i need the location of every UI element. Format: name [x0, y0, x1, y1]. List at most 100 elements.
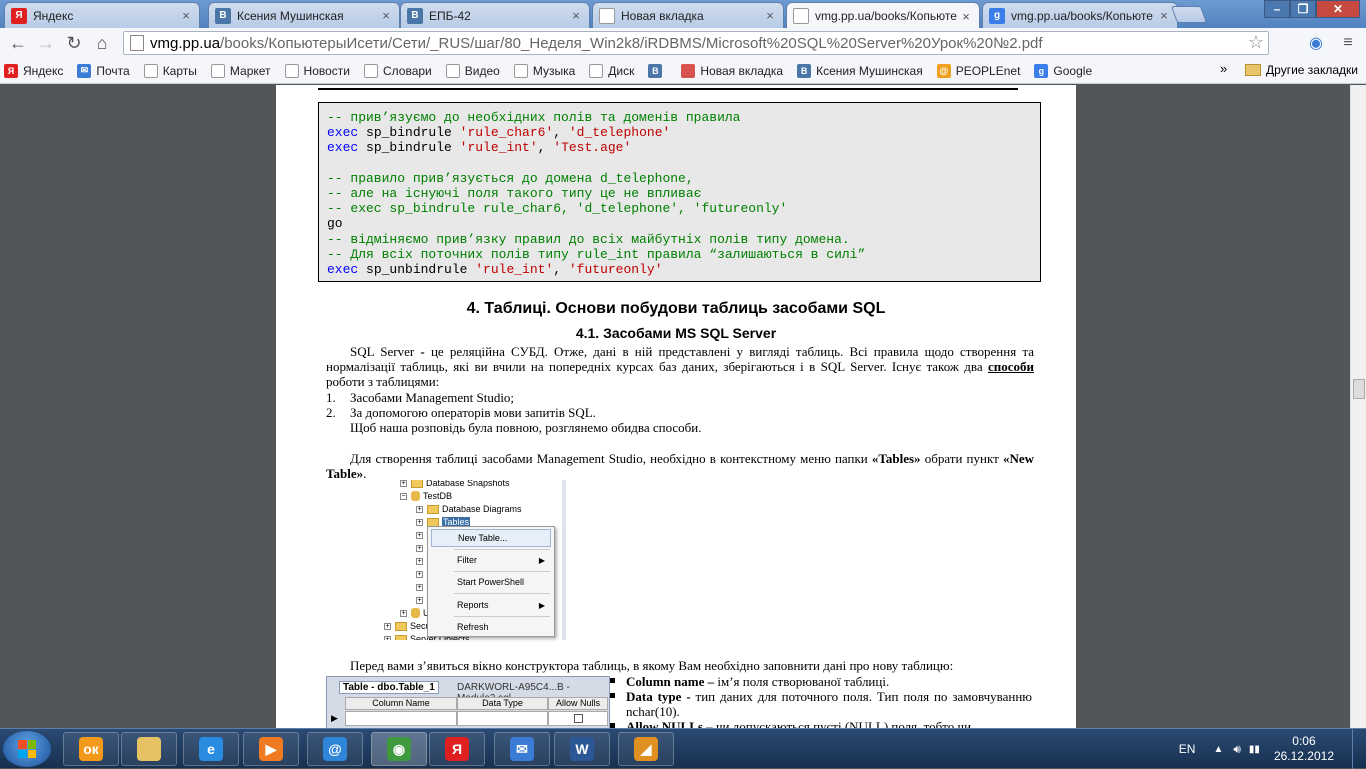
taskbar-app-button[interactable]: ▶ — [243, 732, 299, 766]
p1-text-b: це реляційна СУБД. Отже, дані в ній пред… — [326, 344, 1034, 374]
page-icon — [589, 63, 604, 78]
expand-toggle-icon[interactable]: + — [416, 505, 423, 513]
context-menu-item[interactable]: Start PowerShell — [431, 573, 551, 591]
extension-eye-icon[interactable]: ◉ — [1302, 30, 1330, 56]
p1-text-c: роботи з таблицями: — [326, 374, 440, 389]
minimize-icon[interactable]: – — [1264, 0, 1290, 18]
bookmark-item[interactable]: Диск — [589, 63, 634, 78]
expand-toggle-icon[interactable]: + — [416, 570, 423, 578]
start-button[interactable] — [3, 731, 51, 767]
page-icon — [210, 63, 225, 78]
code-token: 'rule_int' — [459, 140, 538, 156]
folder-icon — [395, 621, 407, 631]
checkbox-icon — [573, 714, 583, 723]
language-indicator[interactable]: EN — [1179, 742, 1196, 756]
tab-item[interactable]: Новая вкладка × — [592, 2, 784, 28]
other-bookmarks[interactable]: Другие закладки — [1245, 63, 1358, 77]
close-tab-icon[interactable]: × — [959, 9, 973, 24]
yandex-browser-icon: Я — [445, 737, 469, 761]
close-tab-icon[interactable]: × — [569, 8, 583, 23]
volume-icon[interactable]: 🔊︎ — [1233, 742, 1241, 757]
close-tab-icon[interactable]: × — [763, 8, 777, 23]
bookmark-item[interactable]: Карты — [143, 63, 197, 78]
taskbar-app-button[interactable]: @ — [307, 732, 363, 766]
tab-title: Ксения Мушинская — [237, 8, 344, 23]
bookmark-item[interactable]: Я Яндекс — [4, 63, 63, 78]
expand-toggle-icon[interactable]: + — [400, 609, 407, 617]
system-tray: EN ▲ 🔊︎ ▮▮ 0:06 26.12.2012 — [1179, 729, 1366, 769]
close-tab-icon[interactable]: × — [1157, 8, 1171, 23]
bookmark-item[interactable]: B Ксения Мушинская — [797, 63, 923, 78]
close-tab-icon[interactable]: × — [179, 8, 193, 23]
taskbar-app-button[interactable]: ◢ — [618, 732, 674, 766]
expand-toggle-icon[interactable]: − — [400, 492, 407, 500]
expand-toggle-icon[interactable]: + — [416, 596, 423, 604]
tree-node[interactable]: − TestDB — [400, 490, 452, 502]
address-bar[interactable]: vmg.pp.ua/books/КопьютерыИсети/Сети/_RUS… — [123, 31, 1269, 55]
paragraph-intro: SQL Server - це реляційна СУБД. Отже, да… — [326, 344, 1034, 389]
show-desktop-button[interactable] — [1352, 729, 1366, 769]
code-token: , — [553, 262, 569, 278]
expand-toggle-icon[interactable]: + — [416, 518, 423, 526]
scrollbar-thumb[interactable] — [1353, 379, 1365, 399]
bookmark-item[interactable]: Словари — [363, 63, 432, 78]
clock[interactable]: 0:06 26.12.2012 — [1274, 734, 1334, 764]
expand-toggle-icon[interactable]: + — [416, 531, 423, 539]
expand-toggle-icon[interactable]: + — [416, 544, 423, 552]
context-menu-item[interactable]: Filter ▶ — [431, 551, 551, 569]
tray-expand-icon[interactable]: ▲ — [1213, 744, 1223, 755]
subsection-heading: 4.1. Засобами MS SQL Server — [575, 325, 777, 341]
taskbar-app-button[interactable] — [121, 732, 177, 766]
expand-toggle-icon[interactable]: + — [416, 557, 423, 565]
bookmark-item[interactable]: Музыка — [513, 63, 575, 78]
tab-item[interactable]: B Ксения Мушинская × — [208, 2, 400, 28]
bookmark-item[interactable]: ✉ Почта — [77, 63, 130, 78]
tree-node[interactable]: + Database Snapshots — [400, 480, 510, 489]
bookmark-item[interactable]: Новая вкладка — [681, 63, 783, 78]
taskbar-app-button[interactable]: W — [554, 732, 610, 766]
tab-item[interactable]: B ЕПБ-42 × — [400, 2, 590, 28]
bullet-item: Data type - тип даних для поточного поля… — [610, 689, 1032, 719]
tree-node[interactable]: + Database Diagrams — [416, 503, 522, 515]
expand-toggle-icon[interactable]: + — [384, 622, 391, 630]
context-menu-item[interactable]: Reports ▶ — [431, 596, 551, 614]
taskbar-app-button[interactable]: ✉ — [494, 732, 550, 766]
bookmark-label: Google — [1053, 63, 1093, 78]
code-line: -- але на існуючі поля такого типу це не… — [327, 186, 1032, 201]
tab-item[interactable]: g vmg.pp.ua/books/Копьюте × — [982, 2, 1178, 28]
close-tab-icon[interactable]: × — [379, 8, 393, 23]
context-menu-item[interactable]: Refresh — [431, 618, 551, 636]
bookmark-item[interactable]: Видео — [445, 63, 500, 78]
reload-icon[interactable]: ↻ — [60, 30, 88, 56]
taskbar-app-button[interactable]: ок — [63, 732, 119, 766]
bookmark-item[interactable]: g Google — [1034, 63, 1093, 78]
forward-icon[interactable]: → — [32, 30, 60, 56]
code-token: , — [553, 125, 569, 141]
network-icon[interactable]: ▮▮ — [1249, 744, 1260, 755]
page-icon — [284, 63, 299, 78]
vertical-scrollbar[interactable] — [1350, 85, 1366, 728]
bookmarks-overflow-icon[interactable]: » — [1220, 61, 1227, 76]
expand-toggle-icon[interactable]: + — [416, 583, 423, 591]
tab-item[interactable]: Я Яндекс × — [4, 2, 200, 28]
bookmark-star-icon[interactable]: ☆ — [1248, 32, 1264, 53]
page-icon — [793, 8, 809, 24]
back-icon[interactable]: ← — [4, 30, 32, 56]
expand-toggle-icon[interactable]: + — [384, 635, 391, 640]
context-menu-item[interactable]: New Table... — [431, 529, 551, 547]
expand-toggle-icon[interactable]: + — [400, 480, 407, 487]
bookmark-item[interactable]: Маркет — [210, 63, 271, 78]
restore-icon[interactable]: ❐ — [1290, 0, 1316, 18]
bookmark-item[interactable]: @ PEOPLEnet — [936, 63, 1020, 78]
bookmark-item[interactable]: Новости — [284, 63, 350, 78]
bookmark-item[interactable]: B — [648, 63, 667, 78]
taskbar-app-button[interactable]: Я — [429, 732, 485, 766]
home-icon[interactable]: ⌂ — [88, 30, 116, 56]
taskbar-app-button[interactable]: ◉ — [371, 732, 427, 766]
menu-icon[interactable]: ≡ — [1334, 30, 1362, 56]
tab-item[interactable]: vmg.pp.ua/books/Копьюте × — [786, 2, 980, 29]
code-token: sp_bindrule — [358, 140, 460, 156]
close-window-icon[interactable]: ✕ — [1316, 0, 1360, 18]
new-tab-button[interactable] — [1170, 6, 1208, 23]
taskbar-app-button[interactable]: e — [183, 732, 239, 766]
